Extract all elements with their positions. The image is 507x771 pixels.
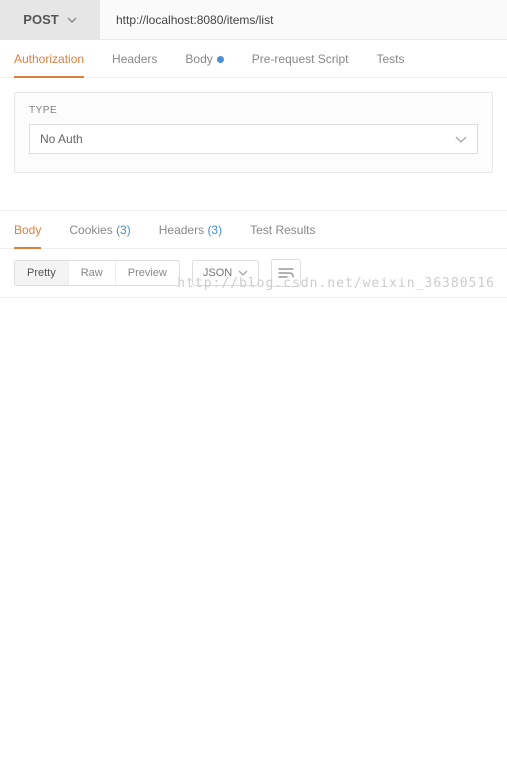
chevron-down-icon: [67, 17, 77, 23]
request-tabs: Authorization Headers Body Pre-request Scri…: [0, 40, 507, 78]
response-toolbar: PrettyRawPreview JSON: [0, 249, 507, 297]
http-method-label: POST: [23, 12, 58, 27]
tab-authorization[interactable]: Authorization: [14, 41, 84, 77]
auth-type-select[interactable]: No Auth: [29, 124, 478, 154]
chevron-down-icon: [238, 270, 248, 276]
auth-panel: TYPE No Auth: [14, 92, 493, 173]
tab-cookies[interactable]: Cookies (3): [69, 212, 130, 248]
modified-indicator-icon: [217, 56, 224, 63]
tab-body[interactable]: Body: [14, 212, 41, 248]
tab-body[interactable]: Body: [185, 41, 223, 77]
response-tabs: Body Cookies (3) Headers (3) Test Result…: [0, 211, 507, 249]
format-label: JSON: [203, 267, 232, 279]
http-method-select[interactable]: POST: [0, 0, 100, 39]
wrap-icon: [278, 267, 294, 279]
tab-pre-request-script[interactable]: Pre-request Script: [252, 41, 349, 77]
tab-headers[interactable]: Headers (3): [159, 212, 222, 248]
auth-type-label: TYPE: [29, 105, 478, 116]
mode-raw[interactable]: Raw: [68, 261, 115, 285]
tab-tests[interactable]: Tests: [376, 41, 404, 77]
response-body-editor[interactable]: http://blog.csdn.net/weixin_36380516: [0, 297, 507, 298]
chevron-down-icon: [455, 136, 467, 143]
mode-pretty[interactable]: Pretty: [15, 261, 68, 285]
tab-headers[interactable]: Headers: [112, 41, 157, 77]
view-mode-group: PrettyRawPreview: [14, 260, 180, 286]
url-input[interactable]: [100, 0, 507, 39]
wrap-lines-button[interactable]: [271, 259, 301, 287]
tab-test-results[interactable]: Test Results: [250, 212, 315, 248]
mode-preview[interactable]: Preview: [115, 261, 179, 285]
format-select[interactable]: JSON: [192, 260, 259, 286]
auth-type-value: No Auth: [40, 132, 83, 146]
